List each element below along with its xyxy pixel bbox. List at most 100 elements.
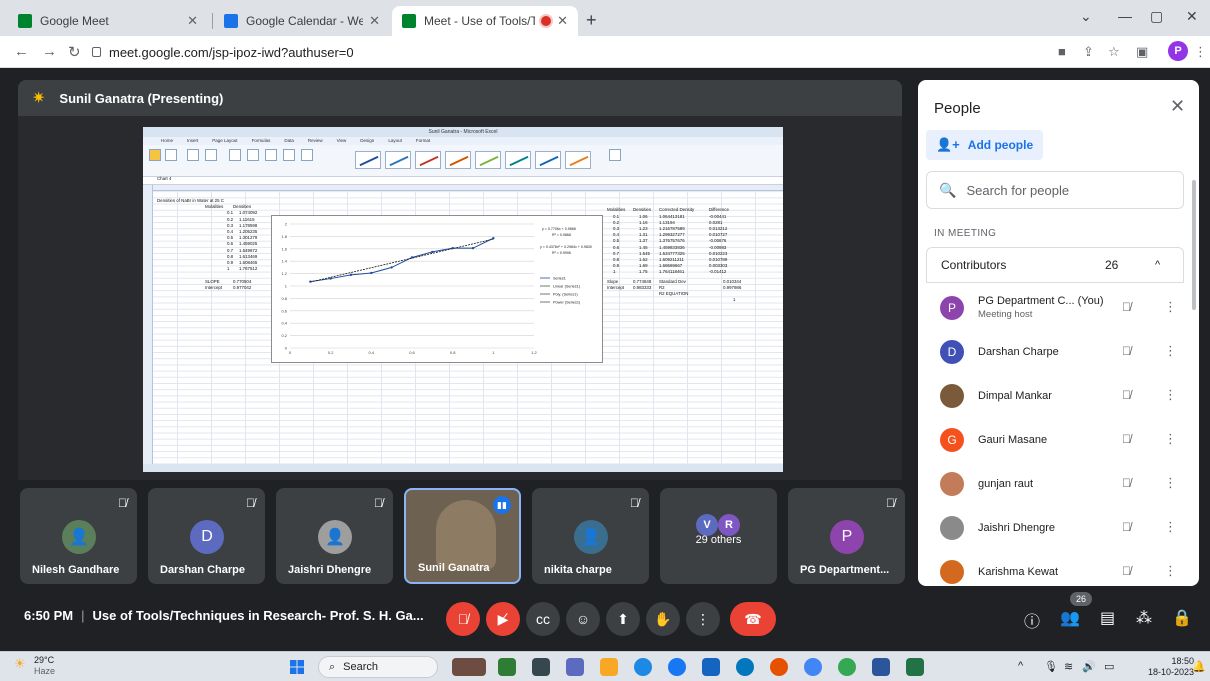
excel-ribbon-tab[interactable]: Formulas [252, 137, 271, 145]
spreadsheet-cell[interactable]: 1.549872 [239, 248, 257, 253]
search-people-input[interactable]: 🔍 Search for people [926, 171, 1184, 209]
spreadsheet-cell[interactable]: 0.6 [613, 245, 619, 250]
store-icon[interactable] [702, 658, 720, 676]
spreadsheet-cell[interactable]: 1.31 [639, 232, 648, 237]
spreadsheet-cell[interactable]: 0.977042 [233, 285, 251, 290]
spreadsheet-cell[interactable]: 1.45 [639, 245, 648, 250]
spreadsheet-cell[interactable]: 0.010789 [709, 257, 727, 262]
close-window-icon[interactable]: ✕ [1186, 8, 1198, 25]
system-clock[interactable]: 18:50 18-10-2023 [1148, 656, 1194, 678]
tile-darshan-charpe[interactable]: 🎙̸ D Darshan Charpe [148, 488, 265, 584]
header-cell[interactable]: Difference [709, 207, 729, 212]
close-icon[interactable]: ✕ [1170, 96, 1185, 117]
spreadsheet-cell[interactable]: 1.301279 [239, 235, 257, 240]
spreadsheet-cell[interactable]: 0.7 [227, 248, 233, 253]
spreadsheet-cell[interactable]: 0.010727 [709, 232, 727, 237]
spreadsheet-cell[interactable]: Intercept [607, 285, 624, 290]
tile-pg-department[interactable]: 🎙̸ P PG Department... [788, 488, 905, 584]
spreadsheet-cell[interactable]: -0.01412 [709, 269, 726, 274]
chrome-icon[interactable] [804, 658, 822, 676]
info-icon[interactable]: ⓘ [1024, 608, 1040, 632]
spreadsheet-cell[interactable]: 1.37 [639, 238, 648, 243]
spreadsheet-cell[interactable]: 1.178598 [239, 223, 257, 228]
header-cell[interactable]: Densities [633, 207, 651, 212]
spreadsheet-cell[interactable]: SLOPE [205, 279, 220, 284]
raise-hand-button[interactable]: ✋ [646, 602, 680, 636]
excel-ribbon-tab[interactable]: Review [308, 137, 323, 145]
spreadsheet-cell[interactable]: 0.4 [227, 229, 233, 234]
taskbar-search[interactable]: ⌕ Search [318, 656, 438, 678]
edge-icon[interactable] [634, 658, 652, 676]
word-icon[interactable] [872, 658, 890, 676]
spreadsheet-cell[interactable]: 1.459833836 [659, 245, 685, 250]
spreadsheet-cell[interactable]: 1.608465 [239, 260, 257, 265]
header-cell[interactable]: Corrected Density [659, 207, 694, 212]
spreadsheet-cell[interactable]: Intercept [205, 285, 222, 290]
spreadsheet-cell[interactable]: 1.764118461 [659, 269, 684, 274]
participant-row[interactable]: Karishma Kewat 🎙̸ ⋮ [926, 550, 1184, 586]
participant-row[interactable]: D Darshan Charpe 🎙̸ ⋮ [926, 330, 1184, 374]
spreadsheet-cell[interactable]: 0.2 [227, 217, 233, 222]
activities-icon[interactable]: ⁂ [1136, 608, 1152, 628]
spreadsheet-cell[interactable]: 0.2 [613, 220, 619, 225]
participant-row[interactable]: gunjan raut 🎙̸ ⋮ [926, 462, 1184, 506]
spreadsheet-cell[interactable]: 0.1 [613, 214, 619, 219]
share-icon[interactable]: ⇪ [1083, 44, 1094, 60]
url-field[interactable]: meet.google.com/jsp-ipoz-iwd?authuser=0 [92, 40, 1037, 64]
spreadsheet-cell[interactable]: 0.013212 [709, 226, 727, 231]
excel-ribbon-tab[interactable]: Design [360, 137, 374, 145]
spreadsheet-cell[interactable]: 0.010223 [709, 251, 727, 256]
spreadsheet-cell[interactable]: 1.534777325 [659, 251, 685, 256]
spreadsheet-cell[interactable]: 1.06 [639, 214, 648, 219]
formula-bar[interactable]: Chart 4 [143, 176, 783, 185]
more-dots-icon[interactable]: ⋮ [1164, 387, 1177, 403]
excel-ribbon-tab[interactable]: Format [416, 137, 430, 145]
spreadsheet-cell[interactable]: 1.11615 [239, 217, 255, 222]
new-tab-icon[interactable]: + [586, 10, 597, 31]
spreadsheet-cell[interactable]: 1.69 [639, 263, 648, 268]
spreadsheet-cell[interactable]: 1.75 [639, 269, 648, 274]
weather-widget[interactable]: ☀ 29°C Haze [14, 655, 55, 677]
people-icon[interactable]: 👥 [1060, 608, 1080, 628]
chevron-up-icon[interactable]: ^ [1155, 259, 1160, 271]
name-box[interactable]: Chart 4 [157, 176, 171, 181]
spreadsheet-cell[interactable]: 0.0281 [709, 220, 722, 225]
excel-ribbon-tab[interactable]: Data [284, 137, 294, 145]
more-dots-icon[interactable]: ⋮ [1164, 563, 1177, 579]
chevron-down-icon[interactable]: ⌄ [1080, 8, 1092, 25]
excel-ribbon-tab[interactable]: Insert [187, 137, 198, 145]
mic-toggle-button[interactable]: 🎙̸ [446, 602, 480, 636]
more-dots-icon[interactable]: ⋮ [1164, 431, 1177, 447]
spreadsheet-cell[interactable]: 1.459025 [239, 241, 257, 246]
more-options-button[interactable]: ⋮ [686, 602, 720, 636]
excel-ribbon-tab[interactable]: View [337, 137, 347, 145]
taskbar-app-icon[interactable] [452, 658, 486, 676]
spreadsheet-cell[interactable]: 0.7 [613, 251, 619, 256]
tab-google-meet[interactable]: Google Meet ✕ [8, 6, 208, 36]
spreadsheet-cell[interactable]: 1.216787589 [659, 226, 685, 231]
spreadsheet-cell[interactable]: 0.9 [613, 263, 619, 268]
add-people-button[interactable]: 👤+ Add people [926, 130, 1044, 160]
battery-icon[interactable]: ▭ [1104, 660, 1114, 673]
tray-chevron-icon[interactable]: ^ [1018, 660, 1023, 672]
spreadsheet-cell[interactable]: 1.16 [639, 220, 648, 225]
spreadsheet-cell[interactable]: 1.545 [639, 251, 650, 256]
taskbar-app-icon[interactable] [566, 658, 584, 676]
captions-button[interactable]: cc [526, 602, 560, 636]
tab-meet-active[interactable]: Meet - Use of Tools/Technic ✕ [392, 6, 578, 36]
close-tab-icon[interactable]: ✕ [369, 13, 380, 29]
file-explorer-icon[interactable] [600, 658, 618, 676]
spreadsheet-cell[interactable]: 1.205235 [239, 229, 257, 234]
spreadsheet-cell[interactable]: 1.609211211 [659, 257, 684, 262]
more-dots-icon[interactable]: ⋮ [1164, 475, 1177, 491]
camera-indicator-icon[interactable]: ■ [1058, 44, 1066, 59]
taskbar-app-icon[interactable] [736, 658, 754, 676]
participant-row[interactable]: G Gauri Masane 🎙̸ ⋮ [926, 418, 1184, 462]
host-controls-icon[interactable]: 🔒 [1172, 608, 1192, 628]
tab-google-calendar[interactable]: Google Calendar - Wednesday, 1 ✕ [214, 6, 390, 36]
tile-jaishri-dhengre[interactable]: 🎙̸ 👤 Jaishri Dhengre [276, 488, 393, 584]
participant-row[interactable]: P PG Department C... (You) Meeting host … [926, 286, 1184, 330]
volume-icon[interactable]: 🔊 [1082, 660, 1096, 673]
spreadsheet-cell[interactable]: Standard Dev [659, 279, 686, 284]
spreadsheet-cell[interactable]: 0.770504 [233, 279, 251, 284]
